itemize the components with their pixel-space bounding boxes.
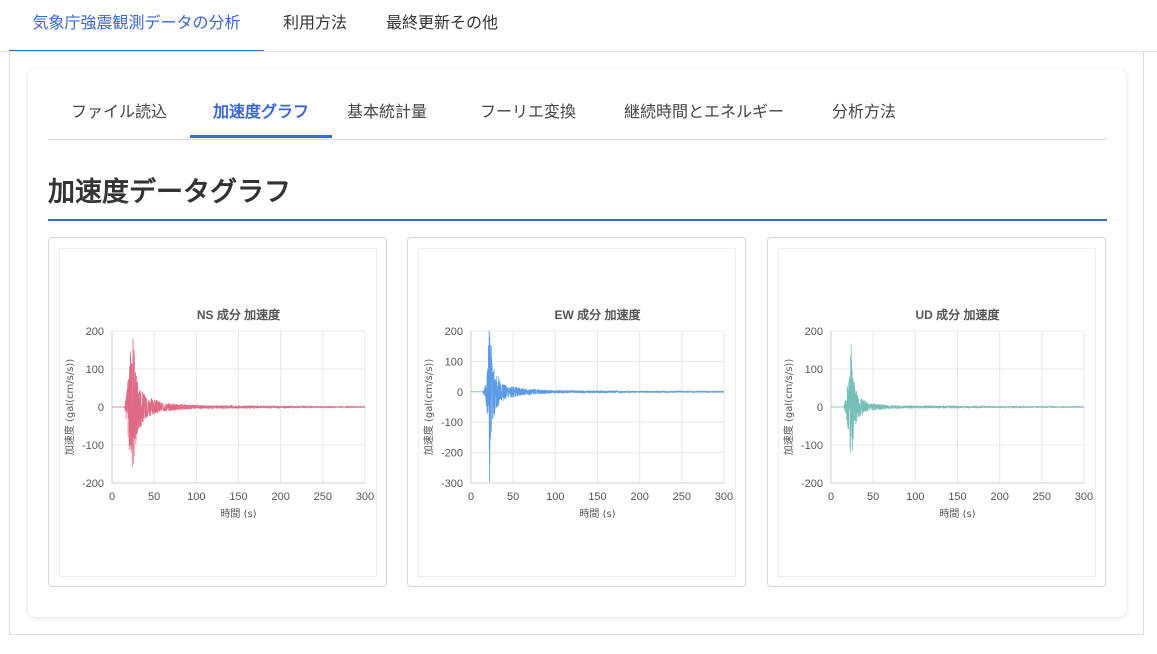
tab-method[interactable]: 分析方法 [814,99,914,137]
ew-acceleration-chart: EW 成分 加速度 200 100 0 -100 -200 -300 0 50 100 150 200… [422,307,733,520]
tab-fourier[interactable]: フーリエ変換 [458,99,598,137]
x-tick-label: 50 [867,491,879,503]
tab-basic-stats[interactable]: 基本統計量 [332,99,442,137]
chart-card-ud: UD 成分 加速度 200 100 0 -100 -200 0 50 100 150 200 250 3… [767,237,1106,587]
x-tick-label: 200 [630,491,648,503]
x-tick-label: 200 [990,491,1008,503]
y-tick-label: -200 [801,478,823,490]
sub-tab-bar: ファイル読込 加速度グラフ 基本統計量 フーリエ変換 継続時間とエネルギー 分析… [48,99,1107,140]
tab-duration-energy[interactable]: 継続時間とエネルギー [604,99,804,137]
x-axis-label: 時間 (s) [939,508,975,520]
x-tick-label: 100 [187,491,205,503]
chart-card-ns: NS 成分 加速度 200 100 0 -100 -200 0 50 100 150 200 250 3… [48,237,387,587]
content-card: ファイル読込 加速度グラフ 基本統計量 フーリエ変換 継続時間とエネルギー 分析… [28,69,1126,617]
x-tick-label: 250 [673,491,691,503]
y-tick-label: 0 [817,402,823,414]
tab-acceleration-graph[interactable]: 加速度グラフ [190,99,332,138]
y-axis-label: 加速度 (gal(cm/s/s)) [782,359,795,456]
y-tick-label: 100 [445,356,463,368]
x-tick-label: 0 [468,491,474,503]
chart-frame-ud: UD 成分 加速度 200 100 0 -100 -200 0 50 100 150 200 250 3… [778,248,1096,577]
y-axis-label: 加速度 (gal(cm/s/s)) [63,359,76,456]
tab-file-load[interactable]: ファイル読込 [48,99,190,137]
y-tick-label: 0 [98,402,104,414]
y-tick-label: 0 [457,387,463,399]
x-tick-label: 250 [314,491,332,503]
x-tick-label: 0 [828,491,834,503]
y-tick-label: -300 [441,478,463,490]
ns-acceleration-chart: NS 成分 加速度 200 100 0 -100 -200 0 50 100 150 200 250 3… [63,307,374,520]
x-tick-label: 200 [271,491,289,503]
x-tick-label: 150 [588,491,606,503]
y-tick-label: -100 [441,417,463,429]
y-tick-label: -200 [82,478,104,490]
page-title: 加速度データグラフ [48,175,1107,221]
x-tick-label: 100 [906,491,924,503]
y-tick-label: 200 [86,326,104,338]
y-tick-label: -100 [801,440,823,452]
top-tab-bar: 気象庁強震観測データの分析 利用方法 最終更新その他 [0,0,1157,52]
x-tick-label: 50 [507,491,519,503]
tab-analysis[interactable]: 気象庁強震観測データの分析 [9,0,264,52]
y-axis-label: 加速度 (gal(cm/s/s)) [422,359,435,456]
chart-title: EW 成分 加速度 [555,307,642,322]
y-tick-label: 200 [805,326,823,338]
x-tick-label: 50 [148,491,160,503]
x-axis-label: 時間 (s) [220,508,256,520]
ud-acceleration-chart: UD 成分 加速度 200 100 0 -100 -200 0 50 100 150 200 250 3… [782,307,1093,520]
y-tick-label: 100 [805,364,823,376]
x-tick-label: 300 [1075,491,1093,503]
chart-title: UD 成分 加速度 [915,307,1000,322]
tab-last-updated[interactable]: 最終更新その他 [370,0,514,50]
x-tick-label: 250 [1033,491,1051,503]
x-tick-label: 300 [715,491,733,503]
main-panel: ファイル読込 加速度グラフ 基本統計量 フーリエ変換 継続時間とエネルギー 分析… [9,52,1144,635]
x-tick-label: 150 [229,491,247,503]
y-tick-label: -200 [441,448,463,460]
x-tick-label: 150 [948,491,966,503]
x-tick-label: 100 [546,491,564,503]
tab-usage[interactable]: 利用方法 [268,0,362,50]
chart-card-ew: EW 成分 加速度 200 100 0 -100 -200 -300 0 50 100 150 200… [407,237,746,587]
chart-frame-ns: NS 成分 加速度 200 100 0 -100 -200 0 50 100 150 200 250 3… [59,248,377,577]
y-tick-label: -100 [82,440,104,452]
x-tick-label: 300 [356,491,374,503]
x-axis-label: 時間 (s) [579,508,615,520]
y-tick-label: 100 [86,364,104,376]
y-tick-label: 200 [445,326,463,338]
x-tick-label: 0 [109,491,115,503]
chart-title: NS 成分 加速度 [197,307,281,322]
chart-frame-ew: EW 成分 加速度 200 100 0 -100 -200 -300 0 50 100 150 200… [418,248,736,577]
